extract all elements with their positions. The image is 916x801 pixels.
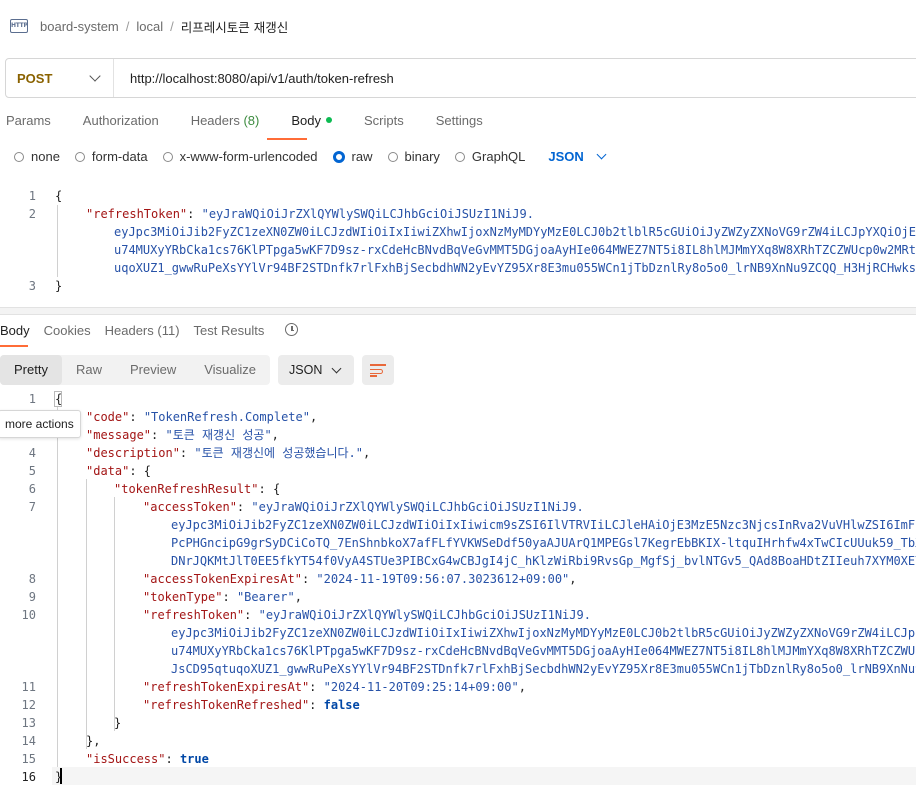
tab-settings[interactable]: Settings	[436, 113, 483, 131]
code-line: PcPHGncipG9grSyDCiCoTQ_7EnShnbkoX7afFLfY…	[171, 536, 916, 550]
method-select[interactable]: POST	[6, 59, 114, 97]
line-number: 10	[21, 608, 36, 622]
code-line: uqoXUZ1_gwwRuPeXsYYlVr94BF2STDnfk7rlFxhB…	[114, 261, 916, 275]
panel-divider[interactable]	[0, 307, 916, 315]
code-line: "refreshToken": "eyJraWQiOiJrZXlQYWlySWQ…	[86, 207, 534, 221]
line-number: 3	[28, 279, 36, 293]
line-number: 8	[28, 572, 36, 586]
tab-response-body[interactable]: Body	[0, 323, 30, 338]
line-number: 11	[21, 680, 36, 694]
code-brace: }	[55, 279, 63, 293]
code-line: "tokenType": "Bearer",	[143, 590, 302, 604]
request-tabs: Params Authorization Headers (8) Body Sc…	[6, 113, 515, 131]
radio-none[interactable]: none	[14, 149, 60, 164]
line-number: 1	[28, 189, 36, 203]
code-line: "refreshTokenExpiresAt": "2024-11-20T09:…	[143, 680, 526, 694]
code-brace: }	[114, 716, 122, 730]
view-pretty[interactable]: Pretty	[0, 355, 62, 385]
more-actions-tooltip: more actions	[0, 410, 81, 438]
view-raw[interactable]: Raw	[62, 355, 116, 385]
code-line: u74MUXyYRbCka1cs76KlPTpga5wKF7D9sz-rxCde…	[114, 243, 916, 257]
view-visualize[interactable]: Visualize	[190, 355, 270, 385]
line-number: 9	[28, 590, 36, 604]
indent-guide	[86, 479, 87, 749]
line-number: 5	[28, 464, 36, 478]
code-brace: },	[86, 734, 101, 748]
tab-scripts[interactable]: Scripts	[364, 113, 404, 131]
http-request-icon: HTTP	[10, 17, 28, 35]
line-number: 6	[28, 482, 36, 496]
breadcrumb: HTTP board-system / local / 리프레시토큰 재갱신	[10, 16, 288, 36]
active-tab-indicator	[267, 138, 307, 140]
response-format-select[interactable]: JSON	[278, 355, 355, 385]
chevron-down-icon	[596, 149, 607, 160]
code-line: "description": "토큰 재갱신에 성공했습니다.",	[86, 446, 371, 460]
line-number: 14	[21, 734, 36, 748]
tab-headers[interactable]: Headers (8)	[191, 113, 260, 131]
line-number: 2	[28, 207, 36, 221]
radio-urlencoded[interactable]: x-www-form-urlencoded	[162, 149, 318, 164]
url-input[interactable]: http://localhost:8080/api/v1/auth/token-…	[114, 71, 394, 86]
code-brace: {	[55, 392, 63, 406]
tab-body[interactable]: Body	[291, 113, 332, 131]
tab-test-results[interactable]: Test Results	[194, 323, 265, 338]
line-number: 4	[28, 446, 36, 460]
code-line: "accessToken": "eyJraWQiOiJrZXlQYWlySWQi…	[143, 500, 584, 514]
code-line: eyJpc3MiOiJib2FyZC1zeXN0ZW0iLCJzdWIiOiIx…	[114, 225, 916, 239]
breadcrumb-separator: /	[125, 18, 130, 34]
tab-authorization[interactable]: Authorization	[83, 113, 159, 131]
radio-raw[interactable]: raw	[332, 149, 373, 164]
breadcrumb-folder[interactable]: local	[136, 19, 163, 34]
indent-guide	[114, 497, 115, 731]
code-line: JsCD95qtuqoXUZ1_gwwRuPeXsYYlVr94BF2STDnf…	[171, 662, 916, 676]
code-brace: {	[55, 189, 63, 203]
code-line: "code": "TokenRefresh.Complete",	[86, 410, 318, 424]
line-number: 1	[28, 392, 36, 406]
code-line: u74MUXyYRbCka1cs76KlPTpga5wKF7D9sz-rxCde…	[171, 644, 916, 658]
code-line: DNrJQKMtJlT0EE5fkYT54f0VyA4STUe3PIBCxG4w…	[171, 554, 916, 568]
line-number: 7	[28, 500, 36, 514]
url-bar: POST http://localhost:8080/api/v1/auth/t…	[5, 58, 916, 98]
history-icon[interactable]	[284, 322, 300, 338]
request-name[interactable]: 리프레시토큰 재갱신	[181, 17, 288, 36]
code-line: "tokenRefreshResult": {	[114, 482, 281, 496]
radio-binary[interactable]: binary	[387, 149, 440, 164]
tab-params[interactable]: Params	[6, 113, 51, 131]
code-line: eyJpc3MiOiJib2FyZC1zeXN0ZW0iLCJzdWIiOiIx…	[171, 626, 916, 640]
code-line: "isSuccess": true	[86, 752, 209, 766]
tab-response-headers[interactable]: Headers (11)	[105, 323, 180, 338]
current-line-highlight	[52, 767, 916, 785]
code-line: "refreshTokenRefreshed": false	[143, 698, 360, 712]
indent-guide	[57, 407, 58, 767]
indent-guide	[57, 205, 58, 277]
radio-form-data[interactable]: form-data	[74, 149, 148, 164]
chevron-down-icon	[331, 363, 342, 374]
response-view-toolbar: Pretty Raw Preview Visualize JSON	[0, 355, 395, 385]
view-preview[interactable]: Preview	[116, 355, 190, 385]
code-line: "refreshToken": "eyJraWQiOiJrZXlQYWlySWQ…	[143, 608, 591, 622]
radio-graphql[interactable]: GraphQL	[454, 149, 525, 164]
line-number: 16	[21, 770, 36, 784]
wrap-lines-icon[interactable]	[362, 355, 395, 385]
line-number: 12	[21, 698, 36, 712]
headers-count: (8)	[243, 113, 260, 128]
text-cursor	[60, 768, 62, 784]
tab-cookies[interactable]: Cookies	[44, 323, 91, 338]
modified-dot-icon	[325, 117, 332, 123]
line-number: 13	[21, 716, 36, 730]
breadcrumb-separator: /	[170, 18, 174, 34]
code-line: "accessTokenExpiresAt": "2024-11-19T09:5…	[143, 572, 577, 586]
body-type-selector: none form-data x-www-form-urlencoded raw…	[14, 149, 607, 164]
view-mode-segment: Pretty Raw Preview Visualize	[0, 355, 271, 385]
breadcrumb-collection[interactable]: board-system	[40, 19, 119, 34]
active-tab-indicator	[0, 345, 28, 347]
chevron-down-icon	[89, 70, 101, 82]
line-number: 15	[21, 752, 36, 766]
raw-format-select[interactable]: JSON	[548, 149, 607, 164]
code-line: "data": {	[86, 464, 152, 478]
code-line: eyJpc3MiOiJib2FyZC1zeXN0ZW0iLCJzdWIiOiIx…	[171, 518, 916, 532]
response-tabs: Body Cookies Headers (11) Test Results	[0, 322, 300, 338]
code-line: "message": "토큰 재갱신 성공",	[86, 428, 279, 442]
